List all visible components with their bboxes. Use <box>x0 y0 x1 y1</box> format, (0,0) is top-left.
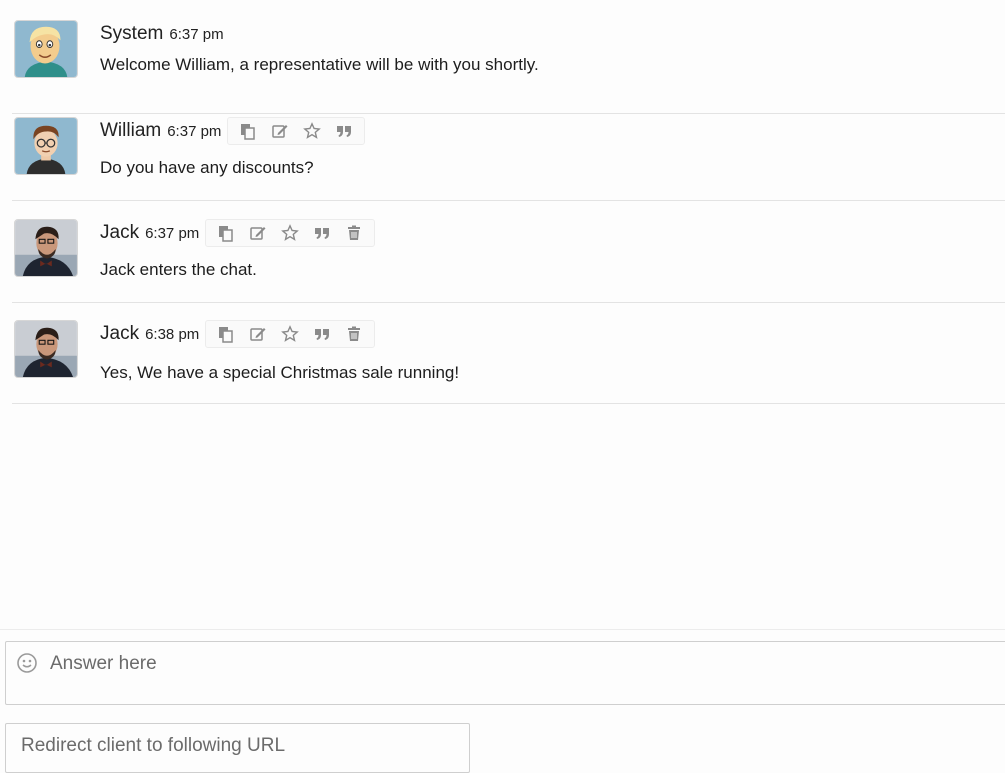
edit-icon[interactable] <box>264 118 296 144</box>
copy-icon[interactable] <box>210 220 242 246</box>
trash-icon[interactable] <box>338 321 370 347</box>
message-text: Jack enters the chat. <box>100 260 257 279</box>
avatar <box>14 117 78 175</box>
photo-man-bowtie-avatar <box>15 321 77 377</box>
redirect-url-box[interactable] <box>5 723 470 773</box>
message-text: Welcome William, a representative will b… <box>100 55 539 74</box>
message-time: 6:38 pm <box>145 325 200 343</box>
chat-messages: System 6:37 pm Welcome William, a repres… <box>0 0 1005 630</box>
smile-icon[interactable] <box>16 652 38 674</box>
message-toolbar <box>205 219 376 247</box>
redirect-url-input[interactable] <box>21 732 461 760</box>
message-time: 6:37 pm <box>167 122 222 140</box>
avatar <box>14 20 78 78</box>
answer-input[interactable] <box>50 650 950 678</box>
message-author: System <box>100 23 164 44</box>
message-text: Yes, We have a special Christmas sale ru… <box>100 363 460 382</box>
copy-icon[interactable] <box>232 118 264 144</box>
message-author: Jack <box>100 222 140 243</box>
avatar <box>14 219 78 277</box>
photo-man-bowtie-avatar <box>15 220 77 276</box>
message-item: William 6:37 pm Do you have any discount… <box>12 99 1005 201</box>
answer-box[interactable] <box>5 641 1005 705</box>
cartoon-man-with-glasses-avatar <box>15 118 77 174</box>
edit-icon[interactable] <box>242 220 274 246</box>
star-icon[interactable] <box>274 321 306 347</box>
message-time: 6:37 pm <box>145 224 200 242</box>
message-author: Jack <box>100 323 140 344</box>
message-time: 6:37 pm <box>169 25 224 43</box>
edit-icon[interactable] <box>242 321 274 347</box>
message-toolbar <box>205 320 376 348</box>
star-icon[interactable] <box>296 118 328 144</box>
message-author: William <box>100 120 162 141</box>
composer-divider <box>0 629 1005 630</box>
star-icon[interactable] <box>274 220 306 246</box>
quote-icon[interactable] <box>306 220 338 246</box>
message-item: Jack 6:38 pm Yes, We have a special Chri… <box>12 302 1005 404</box>
cartoon-blonde-man-avatar <box>15 21 77 77</box>
message-toolbar <box>227 117 366 145</box>
message-text: Do you have any discounts? <box>100 158 314 177</box>
quote-icon[interactable] <box>306 321 338 347</box>
message-item: Jack 6:37 pm Jack enters the chat. <box>12 201 1005 303</box>
trash-icon[interactable] <box>338 220 370 246</box>
avatar <box>14 320 78 378</box>
quote-icon[interactable] <box>328 118 360 144</box>
copy-icon[interactable] <box>210 321 242 347</box>
